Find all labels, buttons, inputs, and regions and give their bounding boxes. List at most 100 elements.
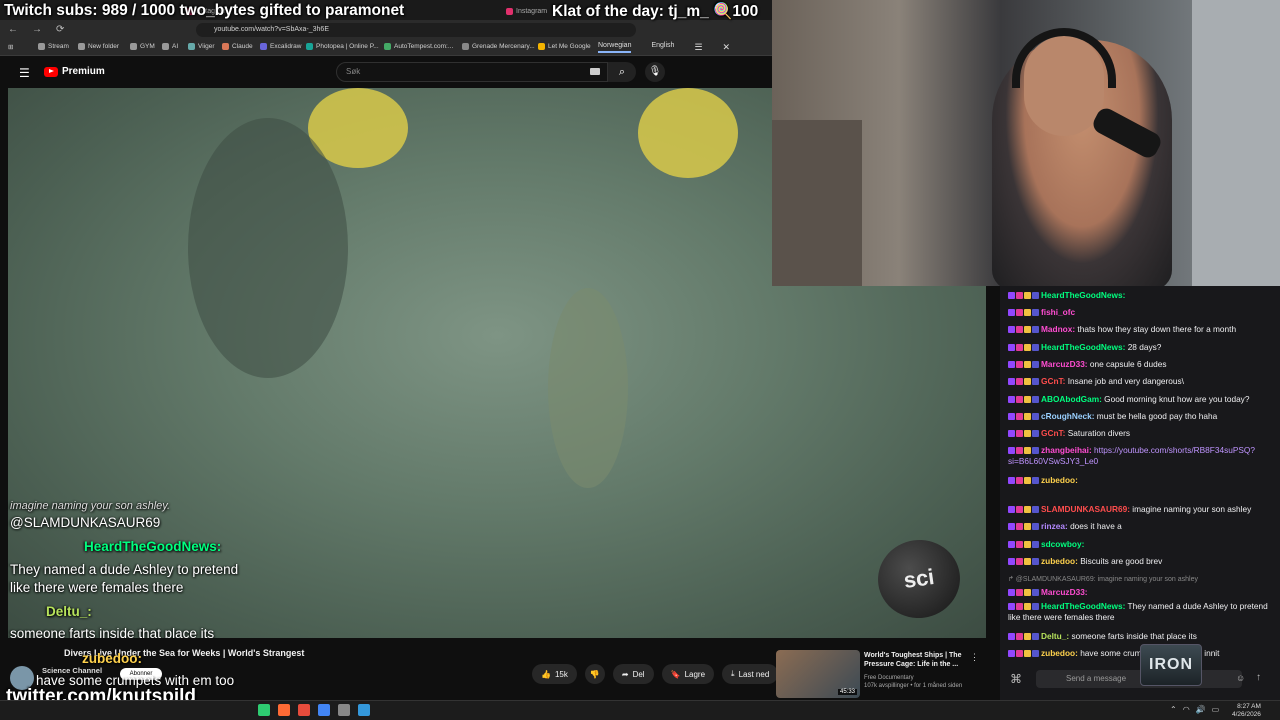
close-icon[interactable]: ✕ — [723, 42, 731, 53]
youtube-logo[interactable]: Premium — [44, 66, 105, 77]
bookmark-item[interactable]: Let Me Google — [538, 43, 591, 50]
menu-icon[interactable]: ☰ — [694, 42, 702, 53]
volume-icon[interactable]: 🔊 — [1196, 705, 1206, 714]
chat-username[interactable]: cRoughNeck: — [1041, 411, 1094, 421]
chat-username[interactable]: Madnox: — [1041, 324, 1075, 334]
app-icon[interactable] — [298, 704, 310, 716]
search-input[interactable]: Søk — [336, 62, 608, 82]
translate-option[interactable]: Norwegian — [598, 42, 632, 53]
youtube-header: ☰ Premium Søk ⌕ 🎙 — [0, 56, 772, 88]
chat-username[interactable]: ABOAbodGam: — [1041, 394, 1102, 404]
video-duration: 45:33 — [837, 689, 857, 695]
badge-icon — [1032, 447, 1039, 455]
apps-icon[interactable]: ⊞ — [8, 43, 13, 51]
like-button[interactable]: 👍 15k — [532, 664, 577, 684]
bookmark-item[interactable]: Stream — [38, 43, 69, 50]
bookmark-item[interactable]: GYM — [130, 43, 155, 50]
badge-icon — [1016, 309, 1023, 317]
battery-icon[interactable]: ▭ — [1212, 705, 1220, 714]
app-icon[interactable] — [338, 704, 350, 716]
chat-username[interactable]: zubedoo: — [1041, 648, 1078, 658]
badge-icon — [1032, 361, 1039, 369]
badge-icon — [1008, 344, 1015, 352]
overlay-chat-line: imagine naming your son ashley. — [10, 500, 170, 512]
badge-icon — [1024, 589, 1031, 597]
app-icon[interactable] — [258, 704, 270, 716]
chat-username[interactable]: HeardTheGoodNews: — [1041, 342, 1125, 352]
badge-icon — [1008, 523, 1015, 531]
badge-icon — [1008, 326, 1015, 334]
chat-badges — [1008, 309, 1039, 317]
bookmark-item[interactable]: Viiger — [188, 43, 215, 50]
chat-input[interactable]: Send a message — [1036, 670, 1242, 688]
chat-badges — [1008, 447, 1039, 455]
subs-goal-text: Twitch subs: 989 / 1000 two_bytes gifted… — [4, 2, 405, 19]
chat-message: zhangbeihai: https://youtube.com/shorts/… — [1008, 445, 1276, 466]
chat-username[interactable]: HeardTheGoodNews: — [1041, 290, 1125, 300]
reload-icon[interactable]: ⟳ — [56, 24, 64, 35]
forward-icon[interactable]: → — [32, 24, 42, 35]
chevron-up-icon[interactable]: ⌃ — [1170, 705, 1177, 714]
save-button[interactable]: 🔖 Lagre — [661, 664, 715, 684]
recommended-thumbnail[interactable]: 45:33 — [776, 650, 860, 698]
url-field[interactable]: youtube.com/watch?v=SbAxa-_3h6E — [196, 23, 636, 37]
badge-icon — [1016, 447, 1023, 455]
folder-icon — [130, 43, 137, 50]
bookmark-item[interactable]: Excalidraw — [260, 43, 301, 50]
chat-username[interactable]: MarcuzD33: — [1041, 359, 1088, 369]
bookmark-item[interactable]: Grenade Mercenary... — [462, 43, 535, 50]
emoji-icon[interactable]: ☺ — [1236, 673, 1245, 683]
chat-username[interactable]: fishi_ofc — [1041, 307, 1075, 317]
download-button[interactable]: ⤓ Last ned — [722, 664, 779, 684]
badge-icon — [1032, 430, 1039, 438]
bookmark-item[interactable]: AutoTempest.com:... — [384, 43, 453, 50]
badge-icon — [1032, 292, 1039, 300]
chat-username[interactable]: SLAMDUNKASAUR69: — [1041, 504, 1130, 514]
more-vert-icon[interactable]: ⋮ — [970, 652, 979, 663]
chat-username[interactable]: GCnT: — [1041, 376, 1065, 386]
app-icon[interactable] — [358, 704, 370, 716]
chrome-icon[interactable] — [318, 704, 330, 716]
badge-icon — [1016, 558, 1023, 566]
chat-settings-icon[interactable]: ⌘ — [1010, 672, 1022, 686]
badge-icon — [1008, 477, 1015, 485]
logo-text: Premium — [62, 66, 105, 77]
chat-text: one capsule 6 dudes — [1089, 359, 1167, 369]
chat-username[interactable]: MarcuzD33: — [1041, 587, 1088, 597]
chat-username[interactable]: GCnT: — [1041, 428, 1065, 438]
bookmark-item[interactable]: AI — [162, 43, 178, 50]
bookmark-item[interactable]: New folder — [78, 43, 119, 50]
translate-option[interactable]: English — [651, 42, 674, 53]
bookmark-item[interactable]: Claude — [222, 43, 253, 50]
chat-username[interactable]: zubedoo: — [1041, 556, 1078, 566]
nav-icons: ← → ⟳ — [8, 24, 64, 35]
dislike-button[interactable]: 👎 — [584, 664, 605, 684]
chat-username[interactable]: zubedoo: — [1041, 475, 1078, 485]
chat-message: GCnT: Insane job and very dangerous\ — [1008, 376, 1276, 387]
chat-username[interactable]: sdcowboy: — [1041, 539, 1084, 549]
mic-button[interactable]: 🎙 — [645, 62, 665, 82]
chat-username[interactable]: Deltu_: — [1041, 631, 1069, 641]
chat-text: Insane job and very dangerous\ — [1067, 376, 1184, 386]
wifi-icon[interactable]: ◠ — [1183, 705, 1190, 714]
search-button[interactable]: ⌕ — [608, 62, 636, 82]
send-icon[interactable]: ↑ — [1256, 672, 1261, 683]
overlay-chat-user: zubedoo: — [82, 650, 142, 668]
back-icon[interactable]: ← — [8, 24, 18, 35]
chat-text: Biscuits are good brev — [1080, 556, 1163, 566]
app-icon[interactable] — [278, 704, 290, 716]
chat-message: GCnT: Saturation divers — [1008, 428, 1276, 439]
badge-icon — [1024, 633, 1031, 641]
hamburger-icon[interactable]: ☰ — [19, 66, 30, 80]
chat-message: cRoughNeck: must be hella good pay tho h… — [1008, 411, 1276, 422]
recommended-title[interactable]: World's Toughest Ships | The Pressure Ca… — [864, 651, 972, 669]
chat-username[interactable]: rinzea: — [1041, 521, 1068, 531]
overlay-chat-user: HeardTheGoodNews: — [10, 538, 221, 556]
clock[interactable]: 8:27 AM 4/26/2026 — [1232, 703, 1261, 719]
chat-username[interactable]: HeardTheGoodNews: — [1041, 601, 1125, 611]
chat-username[interactable]: zhangbeihai: — [1041, 445, 1092, 455]
share-button[interactable]: ➦ Del — [612, 664, 654, 684]
bookmark-item[interactable]: Photopea | Online P... — [306, 43, 379, 50]
keyboard-icon[interactable] — [590, 68, 600, 75]
badge-icon — [1016, 477, 1023, 485]
